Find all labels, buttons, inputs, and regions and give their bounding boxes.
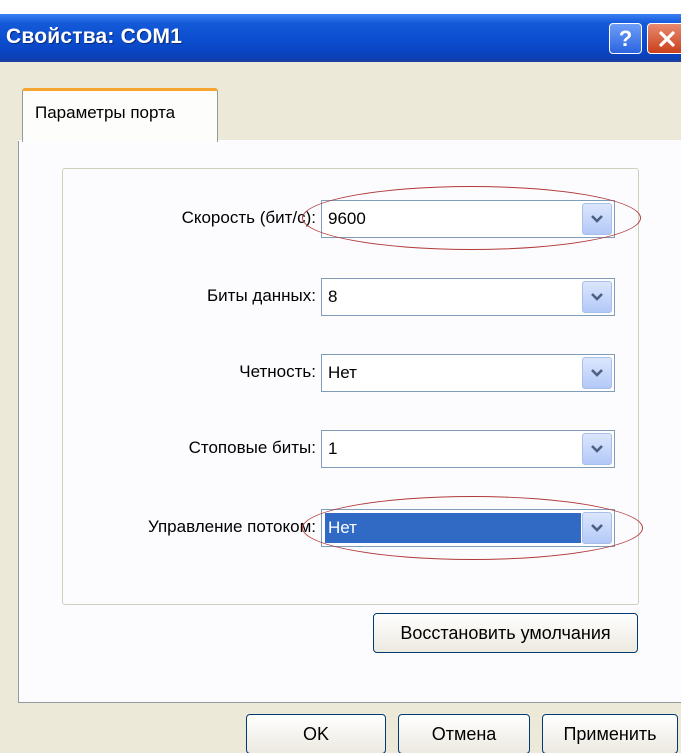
- stop-bits-dropdown-button[interactable]: [582, 433, 612, 465]
- flow-control-select[interactable]: Нет: [321, 509, 615, 547]
- parity-dropdown-button[interactable]: [582, 357, 612, 389]
- tab-port-settings[interactable]: Параметры порта: [22, 88, 218, 142]
- parity-select[interactable]: Нет: [321, 354, 615, 392]
- close-icon: [659, 30, 675, 47]
- restore-defaults-button[interactable]: Восстановить умолчания: [373, 613, 638, 653]
- baud-rate-select[interactable]: 9600: [321, 200, 615, 238]
- flow-control-dropdown-button[interactable]: [582, 512, 612, 544]
- chevron-down-icon: [591, 445, 603, 453]
- window-title: Свойства: COM1: [6, 25, 183, 48]
- chevron-down-icon: [591, 215, 603, 223]
- field-row-stop-bits: Стоповые биты: 1: [0, 430, 681, 470]
- tab-label: Параметры порта: [35, 103, 176, 122]
- data-bits-select[interactable]: 8: [321, 278, 615, 316]
- help-icon: ?: [618, 25, 633, 51]
- flow-control-value: Нет: [328, 518, 357, 537]
- baud-rate-dropdown-button[interactable]: [582, 203, 612, 235]
- field-row-data-bits: Биты данных: 8: [0, 278, 681, 318]
- stop-bits-value: 1: [328, 439, 338, 458]
- stop-bits-select[interactable]: 1: [321, 430, 615, 468]
- dialog-window: Свойства: COM1 ? Параметры порта Скорост…: [0, 14, 681, 753]
- stop-bits-label: Стоповые биты:: [188, 438, 316, 457]
- parity-value: Нет: [328, 363, 357, 382]
- data-bits-dropdown-button[interactable]: [582, 281, 612, 313]
- field-row-flow-control: Управление потоком: Нет: [0, 509, 681, 549]
- data-bits-value: 8: [328, 287, 338, 306]
- close-button[interactable]: [647, 23, 681, 54]
- parity-label: Четность:: [239, 362, 316, 381]
- chevron-down-icon: [591, 369, 603, 377]
- field-row-parity: Четность: Нет: [0, 354, 681, 394]
- help-button[interactable]: ?: [609, 23, 642, 54]
- ok-button[interactable]: OK: [246, 714, 386, 753]
- apply-button[interactable]: Применить: [542, 714, 678, 753]
- title-bar[interactable]: Свойства: COM1 ?: [0, 14, 681, 62]
- chevron-down-icon: [591, 524, 603, 532]
- screenshot: Свойства: COM1 ? Параметры порта Скорост…: [0, 0, 681, 753]
- field-row-baud-rate: Скорость (бит/с): 9600: [0, 200, 681, 240]
- baud-rate-value: 9600: [328, 209, 366, 228]
- cancel-button[interactable]: Отмена: [398, 714, 530, 753]
- flow-control-label: Управление потоком:: [147, 517, 316, 536]
- baud-rate-label: Скорость (бит/с):: [181, 208, 316, 227]
- data-bits-label: Биты данных:: [207, 286, 316, 305]
- chevron-down-icon: [591, 293, 603, 301]
- selection-highlight: [325, 513, 581, 543]
